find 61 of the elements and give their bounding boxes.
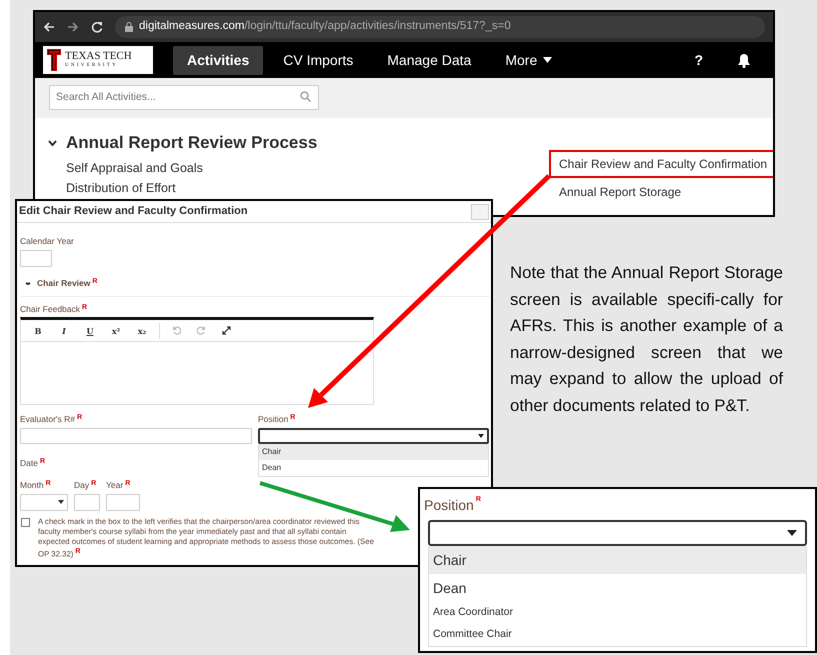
activity-link[interactable]: Chair Review and Faculty Confirmation bbox=[549, 150, 773, 178]
toolbar-button[interactable]: B bbox=[25, 324, 51, 337]
position-select[interactable] bbox=[428, 520, 807, 546]
required-mark: R bbox=[40, 457, 46, 467]
field-label: Day bbox=[74, 478, 90, 492]
dropdown-option[interactable]: Chair bbox=[429, 546, 806, 574]
help-button[interactable]: ? bbox=[680, 46, 717, 74]
required-mark: R bbox=[290, 413, 296, 424]
year-input[interactable] bbox=[106, 494, 140, 510]
required-mark: R bbox=[91, 478, 96, 489]
forward-icon[interactable] bbox=[67, 21, 79, 33]
logo-text: TEXAS TECH bbox=[65, 50, 132, 62]
lock-icon bbox=[125, 22, 133, 32]
double-t-icon bbox=[47, 49, 61, 71]
nav-tab[interactable]: CV Imports bbox=[269, 46, 368, 74]
section-title: Annual Report Review Process bbox=[66, 132, 318, 154]
note-text: Note that the Annual Report Storage screen is available specifi-cally for AFRs. This is another example of a narrow-designed screen that we may expand to allow the upload of other documents related to P&T. bbox=[510, 262, 783, 417]
reload-icon[interactable] bbox=[91, 21, 103, 33]
required-mark: R bbox=[92, 276, 98, 287]
field-label: Month bbox=[20, 478, 44, 492]
bell-icon[interactable] bbox=[737, 52, 751, 68]
expand-icon[interactable] bbox=[222, 326, 231, 336]
caret-icon bbox=[58, 500, 64, 504]
address-bar[interactable]: digitalmeasures.com/login/ttu/faculty/app/activities/instruments/517?_s=0 bbox=[115, 16, 765, 38]
search-icon[interactable] bbox=[300, 91, 311, 102]
required-mark: R bbox=[82, 302, 88, 312]
field-label: Position bbox=[258, 413, 288, 426]
required-mark: R bbox=[476, 495, 481, 505]
activity-link[interactable]: Annual Report Storage bbox=[549, 178, 773, 206]
toolbar-button[interactable]: x₂ bbox=[129, 324, 155, 337]
position-select[interactable] bbox=[258, 428, 489, 444]
activity-link[interactable]: Distribution of Effort bbox=[66, 178, 549, 198]
text-input[interactable] bbox=[20, 428, 252, 444]
search-field[interactable]: Search All Activities... bbox=[49, 84, 319, 110]
checkbox[interactable] bbox=[21, 518, 30, 526]
toolbar-button[interactable]: I bbox=[51, 324, 77, 337]
toolbar-button[interactable]: x² bbox=[103, 324, 129, 337]
caret-icon bbox=[478, 434, 484, 438]
nav-tab[interactable]: Manage Data bbox=[373, 46, 486, 74]
field-label: Date bbox=[20, 457, 38, 470]
nav-tab[interactable]: Activities bbox=[173, 46, 264, 74]
activity-link[interactable]: Self Appraisal and Goals bbox=[66, 158, 549, 178]
toolbar-button[interactable]: U bbox=[77, 324, 103, 337]
caret-icon bbox=[787, 530, 797, 536]
field-label: Position bbox=[424, 496, 474, 515]
rich-text-editor[interactable]: B I U x² x₂ bbox=[20, 317, 374, 406]
back-icon[interactable] bbox=[43, 21, 55, 33]
nav-tab[interactable]: More bbox=[491, 46, 566, 74]
field-label: Chair Feedback bbox=[20, 302, 80, 316]
required-mark: R bbox=[77, 413, 82, 424]
dialog-title: Edit Chair Review and Faculty Confirmation bbox=[19, 204, 248, 220]
required-mark: R bbox=[125, 478, 130, 489]
day-input[interactable] bbox=[74, 494, 100, 510]
field-label: Evaluator's R# bbox=[20, 413, 76, 426]
field-label: Calendar Year bbox=[20, 235, 74, 248]
year-input[interactable] bbox=[20, 250, 52, 267]
dropdown-option[interactable]: Chair bbox=[259, 444, 488, 460]
required-mark: R bbox=[46, 478, 51, 489]
field-label: Year bbox=[106, 478, 124, 492]
section-label[interactable]: Chair Review bbox=[37, 276, 90, 290]
url-text: digitalmeasures.com/login/ttu/faculty/app/activities/instruments/517?_s=0 bbox=[139, 19, 511, 34]
